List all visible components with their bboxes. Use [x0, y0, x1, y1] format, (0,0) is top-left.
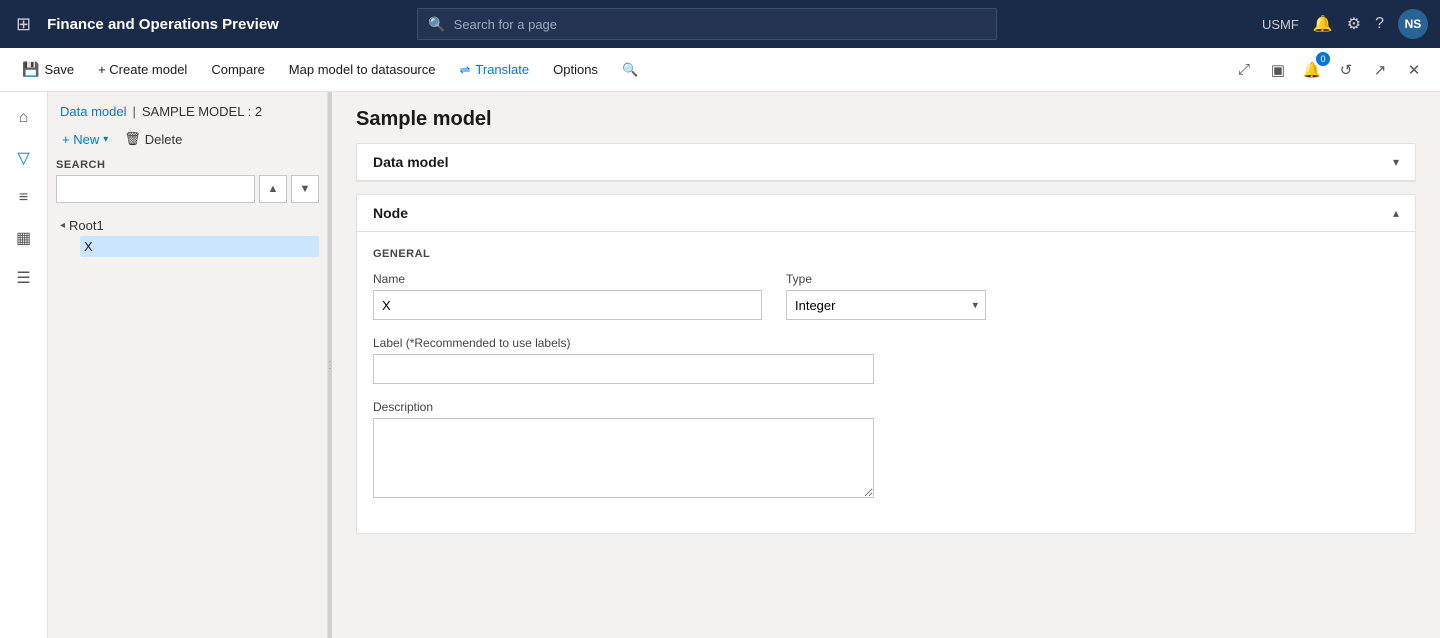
badge-icon-wrap[interactable]: 🔔 0	[1298, 56, 1326, 84]
form-row-name-type: Name Type Integer String Boolean Int64	[373, 272, 1399, 320]
new-label: + New	[62, 132, 99, 147]
search-up-button[interactable]: ▲	[259, 175, 287, 203]
form-col-label-field: Label (*Recommended to use labels)	[373, 336, 874, 384]
left-panel: Data model | SAMPLE MODEL : 2 + New ▾ 🗑 …	[48, 92, 328, 638]
settings-icon[interactable]: ⚙	[1347, 14, 1361, 34]
tree-child-node-x[interactable]: X	[80, 236, 319, 257]
open-new-icon[interactable]: ↗	[1366, 56, 1394, 84]
type-select-wrap: Integer String Boolean Int64 Real Date D…	[786, 290, 986, 320]
description-field-label: Description	[373, 400, 874, 414]
app-title: Finance and Operations Preview	[47, 16, 279, 33]
breadcrumb-separator: |	[132, 104, 135, 119]
node-section: Node ▴ GENERAL Name Type	[356, 194, 1416, 534]
tree-search-section: SEARCH ▲ ▼	[48, 159, 327, 211]
save-button[interactable]: 💾 Save	[12, 57, 84, 82]
general-label: GENERAL	[373, 248, 1399, 260]
label-field-label: Label (*Recommended to use labels)	[373, 336, 874, 350]
form-col-label-spacer	[898, 336, 1399, 384]
chevron-down-icon: ▾	[103, 134, 108, 145]
sidebar-item-filter[interactable]: ▽	[6, 140, 42, 176]
tree-root-label: Root1	[69, 218, 104, 233]
data-model-section: Data model ▾	[356, 143, 1416, 182]
form-col-name: Name	[373, 272, 762, 320]
sidebar-item-home[interactable]: ⌂	[6, 100, 42, 136]
form-row-description: Description	[373, 400, 1399, 501]
sidebar-item-details[interactable]: ☰	[6, 260, 42, 296]
delete-label: Delete	[145, 132, 183, 147]
type-field-label: Type	[786, 272, 986, 286]
help-icon[interactable]: ?	[1375, 15, 1384, 33]
user-company: USMF	[1262, 17, 1299, 32]
search-section-label: SEARCH	[56, 159, 319, 171]
page-title: Sample model	[332, 92, 1440, 143]
top-navigation: ⊞ Finance and Operations Preview 🔍 USMF …	[0, 0, 1440, 48]
breadcrumb-current: SAMPLE MODEL : 2	[142, 104, 262, 119]
node-chevron-icon: ▴	[1393, 206, 1399, 220]
delete-icon: 🗑	[124, 131, 141, 147]
main-content: Sample model Data model ▾ Node ▴ GENERAL…	[332, 92, 1440, 638]
tree-root-node[interactable]: ◂ Root1	[56, 215, 319, 236]
delete-button[interactable]: 🗑 Delete	[118, 127, 188, 151]
data-model-section-title: Data model	[373, 154, 448, 170]
form-row-label: Label (*Recommended to use labels)	[373, 336, 1399, 384]
tree-search-input[interactable]	[56, 175, 255, 203]
save-icon: 💾	[22, 61, 39, 78]
notification-badge: 0	[1316, 52, 1330, 66]
node-section-header[interactable]: Node ▴	[357, 195, 1415, 232]
grid-menu-icon[interactable]: ⊞	[12, 10, 35, 39]
tree-child-label: X	[84, 239, 93, 254]
toolbar: 💾 Save + Create model Compare Map model …	[0, 48, 1440, 92]
toolbar-right-actions: ⤢ ▣ 🔔 0 ↺ ↗ ✕	[1230, 56, 1428, 84]
panel-actions: + New ▾ 🗑 Delete	[48, 127, 327, 159]
create-model-button[interactable]: + Create model	[88, 58, 197, 81]
label-input[interactable]	[373, 354, 874, 384]
search-down-button[interactable]: ▼	[291, 175, 319, 203]
top-nav-right: USMF 🔔 ⚙ ? NS	[1262, 9, 1428, 39]
name-input[interactable]	[373, 290, 762, 320]
new-button[interactable]: + New ▾	[56, 128, 114, 151]
refresh-icon[interactable]: ↺	[1332, 56, 1360, 84]
name-field-label: Name	[373, 272, 762, 286]
search-controls: ▲ ▼	[56, 175, 319, 203]
sidebar-item-grid[interactable]: ▦	[6, 220, 42, 256]
sidebar-icons: ⌂ ▽ ≡ ▦ ☰	[0, 92, 48, 638]
compare-button[interactable]: Compare	[201, 58, 274, 81]
data-model-section-header[interactable]: Data model ▾	[357, 144, 1415, 181]
options-button[interactable]: Options	[543, 58, 608, 81]
close-icon[interactable]: ✕	[1400, 56, 1428, 84]
search-input[interactable]	[454, 17, 987, 32]
user-avatar[interactable]: NS	[1398, 9, 1428, 39]
data-model-chevron-icon: ▾	[1393, 155, 1399, 169]
breadcrumb-link[interactable]: Data model	[60, 104, 126, 119]
map-model-button[interactable]: Map model to datasource	[279, 58, 446, 81]
node-section-title: Node	[373, 205, 408, 221]
node-section-body: GENERAL Name Type Integer String	[357, 232, 1415, 533]
form-col-description: Description	[373, 400, 874, 501]
sidebar-item-list[interactable]: ≡	[6, 180, 42, 216]
notification-icon[interactable]: 🔔	[1313, 14, 1333, 34]
form-col-description-spacer	[898, 400, 1399, 501]
search-icon: 🔍	[428, 16, 445, 33]
tree-view: ◂ Root1 X	[48, 211, 327, 630]
form-col-spacer	[1010, 272, 1399, 320]
tree-child-container: X	[56, 236, 319, 257]
translate-button[interactable]: ⇌ Translate	[450, 58, 540, 82]
sidebar-toggle-icon[interactable]: ▣	[1264, 56, 1292, 84]
tree-collapse-icon: ◂	[60, 220, 65, 231]
toolbar-search-icon: 🔍	[622, 62, 638, 78]
translate-icon: ⇌	[460, 62, 471, 78]
form-col-type: Type Integer String Boolean Int64 Real D…	[786, 272, 986, 320]
breadcrumb: Data model | SAMPLE MODEL : 2	[48, 100, 327, 127]
global-search-bar[interactable]: 🔍	[417, 8, 997, 40]
expand-icon[interactable]: ⤢	[1230, 56, 1258, 84]
description-textarea[interactable]	[373, 418, 874, 498]
type-select[interactable]: Integer String Boolean Int64 Real Date D…	[786, 290, 986, 320]
main-layout: ⌂ ▽ ≡ ▦ ☰ Data model | SAMPLE MODEL : 2 …	[0, 92, 1440, 638]
toolbar-search-button[interactable]: 🔍	[612, 58, 648, 82]
